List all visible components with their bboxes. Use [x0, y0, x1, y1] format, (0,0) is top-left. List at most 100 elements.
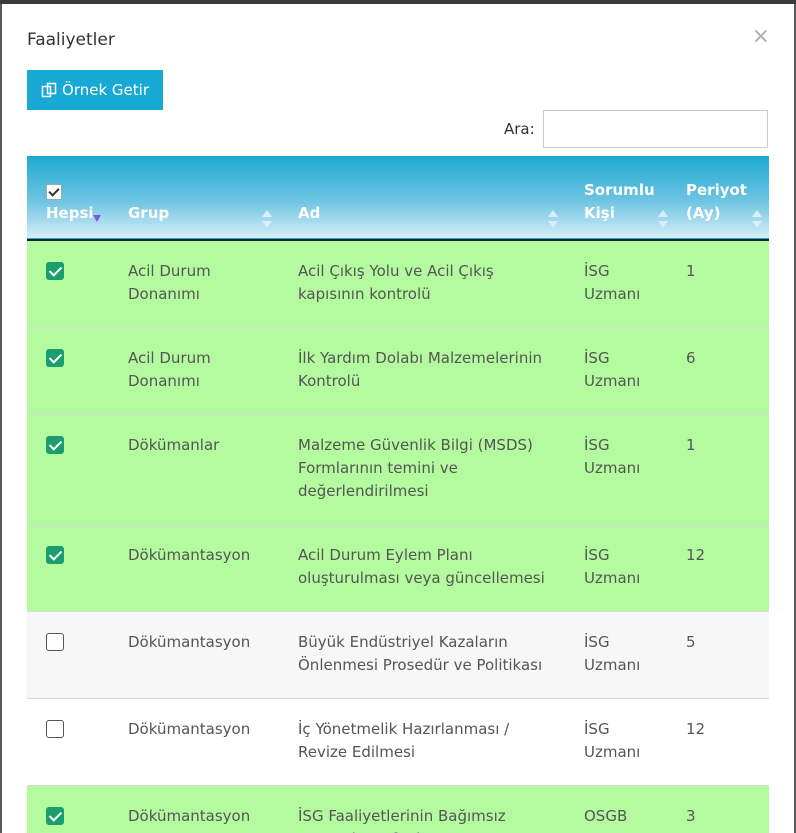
- row-select-cell: [27, 240, 109, 328]
- ad-cell: İç Yönetmelik Hazırlanması / Revize Edil…: [279, 699, 565, 786]
- row-select-cell: [27, 415, 109, 525]
- periyot-cell: 1: [675, 240, 769, 328]
- column-header-label: Periyot (Ay): [686, 181, 747, 222]
- example-fetch-button[interactable]: Örnek Getir: [27, 70, 163, 110]
- grup-text: Acil Durum Donanımı: [128, 262, 211, 303]
- row-checkbox[interactable]: [46, 349, 64, 367]
- column-header-periyot[interactable]: Periyot (Ay): [675, 156, 769, 240]
- column-header-sorumlu[interactable]: Sorumlu Kişi: [565, 156, 675, 240]
- sorumlu-text: İSG Uzmanı: [584, 720, 641, 761]
- periyot-cell: 5: [675, 612, 769, 699]
- ad-text: Acil Durum Eylem Planı oluşturulması vey…: [298, 546, 545, 587]
- table-row[interactable]: Acil Durum Donanımı Acil Çıkış Yolu ve Ac…: [27, 240, 769, 328]
- ad-text: İlk Yardım Dolabı Malzemelerinin Kontrol…: [298, 349, 543, 390]
- ad-cell: Malzeme Güvenlik Bilgi (MSDS) Formlarını…: [279, 415, 565, 525]
- sorumlu-cell: İSG Uzmanı: [565, 415, 675, 525]
- row-checkbox[interactable]: [46, 262, 64, 280]
- example-fetch-button-label: Örnek Getir: [62, 81, 149, 99]
- row-checkbox[interactable]: [46, 633, 64, 651]
- sorumlu-cell: İSG Uzmanı: [565, 525, 675, 612]
- ad-cell: Acil Durum Eylem Planı oluşturulması vey…: [279, 525, 565, 612]
- sorumlu-text: İSG Uzmanı: [584, 546, 641, 587]
- activities-table: Hepsi Grup Ad Sorumlu Kişi Periyot (Ay) …: [27, 156, 769, 833]
- close-icon[interactable]: ×: [752, 26, 770, 48]
- grup-text: Acil Durum Donanımı: [128, 349, 211, 390]
- periyot-text: 3: [686, 807, 696, 825]
- row-checkbox[interactable]: [46, 546, 64, 564]
- select-all-checkbox[interactable]: [46, 184, 62, 200]
- row-select-cell: [27, 328, 109, 415]
- grup-cell: Dökümantasyon: [109, 786, 279, 833]
- ad-text: Büyük Endüstriyel Kazaların Önlenmesi Pr…: [298, 633, 543, 674]
- table-body: Acil Durum Donanımı Acil Çıkış Yolu ve Ac…: [27, 240, 769, 833]
- grup-cell: Dökümantasyon: [109, 699, 279, 786]
- ad-text: Acil Çıkış Yolu ve Acil Çıkış kapısının …: [298, 262, 494, 303]
- row-checkbox[interactable]: [46, 720, 64, 738]
- ad-text: İSG Faaliyetlerinin Bağımsız Denetçi Tar…: [298, 807, 506, 833]
- column-header-ad[interactable]: Ad: [279, 156, 565, 240]
- row-checkbox[interactable]: [46, 436, 64, 454]
- grup-cell: Acil Durum Donanımı: [109, 240, 279, 328]
- sort-icon: [752, 210, 762, 228]
- modal-title: Faaliyetler: [27, 30, 115, 50]
- search-label: Ara:: [504, 120, 535, 138]
- copy-icon: [41, 82, 57, 98]
- table-row[interactable]: Dökümantasyon İSG Faaliyetlerinin Bağımsı…: [27, 785, 769, 833]
- sorumlu-cell: İSG Uzmanı: [565, 612, 675, 699]
- table-row[interactable]: Dökümantasyon Acil Durum Eylem Planı oluş…: [27, 524, 769, 612]
- sorumlu-text: OSGB: [584, 807, 628, 825]
- row-select-cell: [27, 612, 109, 699]
- sorumlu-cell: İSG Uzmanı: [565, 328, 675, 415]
- row-checkbox[interactable]: [46, 807, 64, 825]
- sort-icon: [658, 210, 668, 228]
- grup-text: Dökümanlar: [128, 436, 220, 454]
- activities-modal: Faaliyetler × Örnek Getir Ara: Hepsi Gru…: [2, 4, 794, 833]
- table-row[interactable]: Dökümantasyon Büyük Endüstriyel Kazaların…: [27, 611, 769, 699]
- periyot-text: 1: [686, 436, 696, 454]
- table-row[interactable]: Dökümanlar Malzeme Güvenlik Bilgi (MSDS) …: [27, 414, 769, 525]
- search-input[interactable]: [543, 110, 768, 148]
- column-header-label: Sorumlu Kişi: [584, 181, 655, 222]
- sorumlu-text: İSG Uzmanı: [584, 349, 641, 390]
- periyot-cell: 3: [675, 786, 769, 833]
- row-select-cell: [27, 525, 109, 612]
- sorumlu-cell: OSGB: [565, 786, 675, 833]
- ad-cell: İSG Faaliyetlerinin Bağımsız Denetçi Tar…: [279, 786, 565, 833]
- periyot-cell: 12: [675, 525, 769, 612]
- periyot-text: 1: [686, 262, 696, 280]
- periyot-text: 12: [686, 720, 706, 738]
- table-row[interactable]: Acil Durum Donanımı İlk Yardım Dolabı Mal…: [27, 327, 769, 415]
- ad-cell: Acil Çıkış Yolu ve Acil Çıkış kapısının …: [279, 240, 565, 328]
- periyot-text: 6: [686, 349, 696, 367]
- sorumlu-text: İSG Uzmanı: [584, 262, 641, 303]
- sort-icon: [262, 210, 272, 228]
- ad-cell: İlk Yardım Dolabı Malzemelerinin Kontrol…: [279, 328, 565, 415]
- grup-text: Dökümantasyon: [128, 720, 251, 738]
- grup-text: Dökümantasyon: [128, 633, 251, 651]
- column-header-label: Grup: [128, 204, 170, 222]
- sorumlu-cell: İSG Uzmanı: [565, 240, 675, 328]
- sorumlu-text: İSG Uzmanı: [584, 633, 641, 674]
- column-header-select-all[interactable]: Hepsi: [27, 156, 109, 240]
- row-select-cell: [27, 699, 109, 786]
- column-header-label: Hepsi: [46, 204, 94, 222]
- column-header-grup[interactable]: Grup: [109, 156, 279, 240]
- row-select-cell: [27, 786, 109, 833]
- periyot-text: 5: [686, 633, 696, 651]
- ad-text: Malzeme Güvenlik Bilgi (MSDS) Formlarını…: [298, 436, 533, 500]
- periyot-text: 12: [686, 546, 706, 564]
- grup-cell: Dökümantasyon: [109, 612, 279, 699]
- periyot-cell: 12: [675, 699, 769, 786]
- sorumlu-cell: İSG Uzmanı: [565, 699, 675, 786]
- column-header-label: Ad: [298, 204, 321, 222]
- grup-text: Dökümantasyon: [128, 546, 251, 564]
- grup-text: Dökümantasyon: [128, 807, 251, 825]
- grup-cell: Dökümantasyon: [109, 525, 279, 612]
- sort-desc-icon: [93, 215, 101, 222]
- periyot-cell: 1: [675, 415, 769, 525]
- table-row[interactable]: Dökümantasyon İç Yönetmelik Hazırlanması …: [27, 698, 769, 786]
- periyot-cell: 6: [675, 328, 769, 415]
- ad-text: İç Yönetmelik Hazırlanması / Revize Edil…: [298, 720, 510, 761]
- grup-cell: Acil Durum Donanımı: [109, 328, 279, 415]
- ad-cell: Büyük Endüstriyel Kazaların Önlenmesi Pr…: [279, 612, 565, 699]
